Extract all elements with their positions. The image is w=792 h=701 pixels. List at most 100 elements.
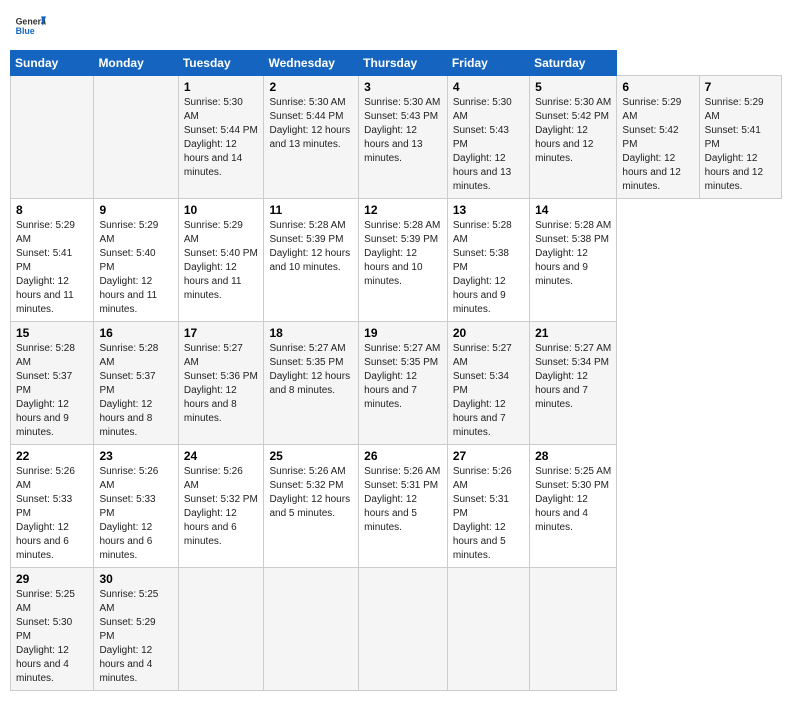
- calendar-header-row: SundayMondayTuesdayWednesdayThursdayFrid…: [11, 51, 782, 76]
- day-info: Sunrise: 5:28 AMSunset: 5:38 PMDaylight:…: [535, 219, 611, 289]
- calendar-day-header: Sunday: [11, 51, 94, 76]
- page-header: General Blue: [10, 10, 782, 42]
- day-info: Sunrise: 5:29 AMSunset: 5:40 PMDaylight:…: [99, 219, 172, 317]
- day-info: Sunrise: 5:25 AMSunset: 5:30 PMDaylight:…: [535, 465, 611, 535]
- calendar-day-cell: 28 Sunrise: 5:25 AMSunset: 5:30 PMDayligh…: [530, 445, 617, 568]
- day-info: Sunrise: 5:28 AMSunset: 5:39 PMDaylight:…: [364, 219, 442, 289]
- calendar-empty-cell: [11, 76, 94, 199]
- calendar-day-cell: 1 Sunrise: 5:30 AMSunset: 5:44 PMDaylight…: [178, 76, 264, 199]
- day-info: Sunrise: 5:30 AMSunset: 5:44 PMDaylight:…: [184, 96, 259, 180]
- day-number: 13: [453, 203, 524, 217]
- calendar-day-header: Thursday: [359, 51, 448, 76]
- calendar-day-cell: 7 Sunrise: 5:29 AMSunset: 5:41 PMDaylight…: [699, 76, 781, 199]
- calendar-day-cell: 12Sunrise: 5:28 AMSunset: 5:39 PMDayligh…: [359, 199, 448, 322]
- day-number: 2: [269, 80, 353, 94]
- day-info: Sunrise: 5:27 AMSunset: 5:36 PMDaylight:…: [184, 342, 259, 426]
- calendar-day-header: Friday: [447, 51, 529, 76]
- calendar-week-row: 8Sunrise: 5:29 AMSunset: 5:41 PMDaylight…: [11, 199, 782, 322]
- calendar-day-cell: [359, 568, 448, 691]
- day-number: 18: [269, 326, 353, 340]
- calendar-day-cell: [264, 568, 359, 691]
- calendar-week-row: 15 Sunrise: 5:28 AMSunset: 5:37 PMDayligh…: [11, 322, 782, 445]
- calendar-day-cell: 23 Sunrise: 5:26 AMSunset: 5:33 PMDayligh…: [94, 445, 178, 568]
- day-number: 30: [99, 572, 172, 586]
- day-info: Sunrise: 5:28 AMSunset: 5:37 PMDaylight:…: [16, 342, 88, 440]
- logo: General Blue: [14, 10, 46, 42]
- day-number: 27: [453, 449, 524, 463]
- calendar-day-cell: 13 Sunrise: 5:28 AMSunset: 5:38 PMDayligh…: [447, 199, 529, 322]
- day-number: 6: [622, 80, 693, 94]
- day-number: 7: [705, 80, 776, 94]
- day-number: 21: [535, 326, 611, 340]
- day-info: Sunrise: 5:30 AMSunset: 5:42 PMDaylight:…: [535, 96, 611, 166]
- day-info: Sunrise: 5:29 AMSunset: 5:41 PMDaylight:…: [705, 96, 776, 194]
- logo-icon: General Blue: [14, 10, 46, 42]
- calendar-day-cell: [530, 568, 617, 691]
- day-info: Sunrise: 5:25 AMSunset: 5:30 PMDaylight:…: [16, 588, 88, 686]
- svg-text:General: General: [16, 16, 46, 26]
- calendar-day-cell: 11Sunrise: 5:28 AMSunset: 5:39 PMDayligh…: [264, 199, 359, 322]
- day-info: Sunrise: 5:28 AMSunset: 5:37 PMDaylight:…: [99, 342, 172, 440]
- calendar-day-cell: 30 Sunrise: 5:25 AMSunset: 5:29 PMDayligh…: [94, 568, 178, 691]
- day-info: Sunrise: 5:29 AMSunset: 5:40 PMDaylight:…: [184, 219, 259, 303]
- day-info: Sunrise: 5:29 AMSunset: 5:42 PMDaylight:…: [622, 96, 693, 194]
- day-number: 16: [99, 326, 172, 340]
- day-info: Sunrise: 5:25 AMSunset: 5:29 PMDaylight:…: [99, 588, 172, 686]
- day-number: 4: [453, 80, 524, 94]
- calendar-day-cell: 15 Sunrise: 5:28 AMSunset: 5:37 PMDayligh…: [11, 322, 94, 445]
- day-number: 28: [535, 449, 611, 463]
- day-info: Sunrise: 5:26 AMSunset: 5:31 PMDaylight:…: [453, 465, 524, 563]
- day-number: 22: [16, 449, 88, 463]
- day-number: 5: [535, 80, 611, 94]
- calendar-day-cell: 16 Sunrise: 5:28 AMSunset: 5:37 PMDayligh…: [94, 322, 178, 445]
- calendar-day-cell: 29Sunrise: 5:25 AMSunset: 5:30 PMDayligh…: [11, 568, 94, 691]
- day-info: Sunrise: 5:27 AMSunset: 5:35 PMDaylight:…: [269, 342, 353, 398]
- day-info: Sunrise: 5:29 AMSunset: 5:41 PMDaylight:…: [16, 219, 88, 317]
- day-info: Sunrise: 5:28 AMSunset: 5:38 PMDaylight:…: [453, 219, 524, 317]
- day-info: Sunrise: 5:27 AMSunset: 5:34 PMDaylight:…: [453, 342, 524, 440]
- day-info: Sunrise: 5:26 AMSunset: 5:33 PMDaylight:…: [99, 465, 172, 563]
- calendar-table: SundayMondayTuesdayWednesdayThursdayFrid…: [10, 50, 782, 691]
- calendar-day-cell: 8Sunrise: 5:29 AMSunset: 5:41 PMDaylight…: [11, 199, 94, 322]
- calendar-week-row: 29Sunrise: 5:25 AMSunset: 5:30 PMDayligh…: [11, 568, 782, 691]
- day-info: Sunrise: 5:30 AMSunset: 5:44 PMDaylight:…: [269, 96, 353, 152]
- day-number: 9: [99, 203, 172, 217]
- calendar-day-cell: 22 Sunrise: 5:26 AMSunset: 5:33 PMDayligh…: [11, 445, 94, 568]
- calendar-empty-cell: [94, 76, 178, 199]
- day-number: 19: [364, 326, 442, 340]
- day-info: Sunrise: 5:28 AMSunset: 5:39 PMDaylight:…: [269, 219, 353, 275]
- calendar-day-cell: 14 Sunrise: 5:28 AMSunset: 5:38 PMDayligh…: [530, 199, 617, 322]
- day-number: 10: [184, 203, 259, 217]
- day-number: 14: [535, 203, 611, 217]
- calendar-day-cell: 26Sunrise: 5:26 AMSunset: 5:31 PMDayligh…: [359, 445, 448, 568]
- calendar-body: 1 Sunrise: 5:30 AMSunset: 5:44 PMDaylight…: [11, 76, 782, 691]
- day-number: 25: [269, 449, 353, 463]
- calendar-day-cell: [447, 568, 529, 691]
- calendar-day-cell: [178, 568, 264, 691]
- calendar-day-cell: 2 Sunrise: 5:30 AMSunset: 5:44 PMDaylight…: [264, 76, 359, 199]
- day-number: 15: [16, 326, 88, 340]
- calendar-day-header: Saturday: [530, 51, 617, 76]
- calendar-day-cell: 5 Sunrise: 5:30 AMSunset: 5:42 PMDaylight…: [530, 76, 617, 199]
- day-number: 23: [99, 449, 172, 463]
- calendar-day-cell: 3 Sunrise: 5:30 AMSunset: 5:43 PMDaylight…: [359, 76, 448, 199]
- calendar-day-cell: 21Sunrise: 5:27 AMSunset: 5:34 PMDayligh…: [530, 322, 617, 445]
- calendar-day-cell: 9 Sunrise: 5:29 AMSunset: 5:40 PMDaylight…: [94, 199, 178, 322]
- calendar-week-row: 1 Sunrise: 5:30 AMSunset: 5:44 PMDaylight…: [11, 76, 782, 199]
- calendar-day-header: Wednesday: [264, 51, 359, 76]
- calendar-day-cell: 24 Sunrise: 5:26 AMSunset: 5:32 PMDayligh…: [178, 445, 264, 568]
- day-info: Sunrise: 5:26 AMSunset: 5:32 PMDaylight:…: [269, 465, 353, 521]
- day-number: 3: [364, 80, 442, 94]
- day-info: Sunrise: 5:26 AMSunset: 5:33 PMDaylight:…: [16, 465, 88, 563]
- calendar-day-cell: 20Sunrise: 5:27 AMSunset: 5:34 PMDayligh…: [447, 322, 529, 445]
- svg-text:Blue: Blue: [16, 26, 35, 36]
- day-number: 26: [364, 449, 442, 463]
- day-info: Sunrise: 5:30 AMSunset: 5:43 PMDaylight:…: [453, 96, 524, 194]
- calendar-day-cell: 19Sunrise: 5:27 AMSunset: 5:35 PMDayligh…: [359, 322, 448, 445]
- day-number: 1: [184, 80, 259, 94]
- calendar-day-cell: 17Sunrise: 5:27 AMSunset: 5:36 PMDayligh…: [178, 322, 264, 445]
- day-number: 24: [184, 449, 259, 463]
- day-info: Sunrise: 5:26 AMSunset: 5:32 PMDaylight:…: [184, 465, 259, 549]
- day-info: Sunrise: 5:30 AMSunset: 5:43 PMDaylight:…: [364, 96, 442, 166]
- calendar-day-cell: 10 Sunrise: 5:29 AMSunset: 5:40 PMDayligh…: [178, 199, 264, 322]
